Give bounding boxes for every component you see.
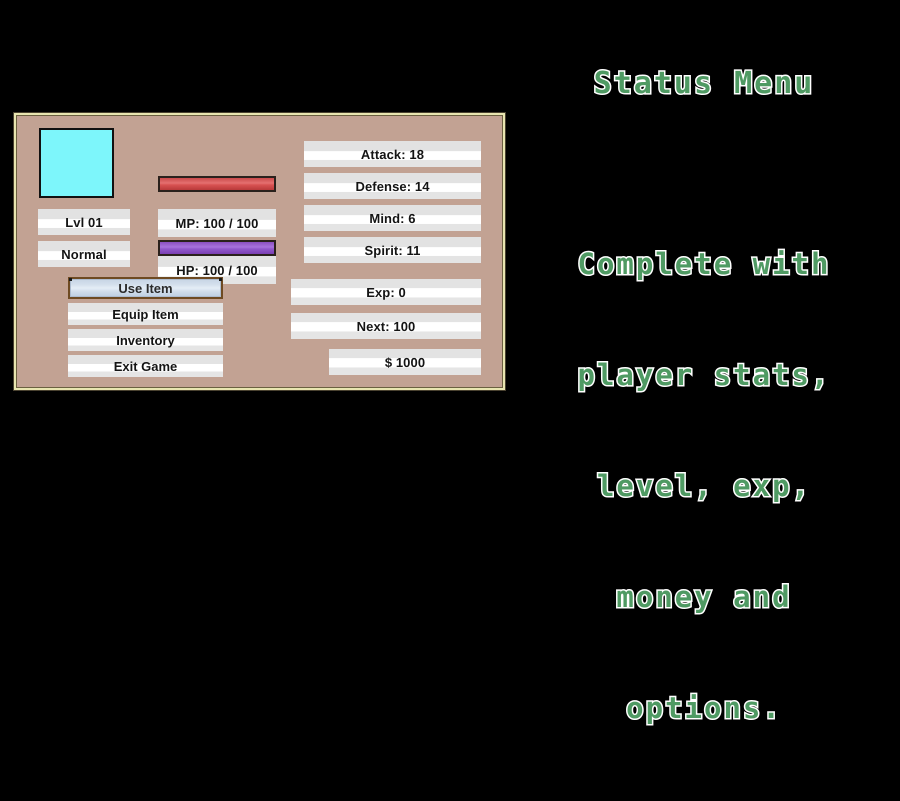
caption-body-line: Complete with bbox=[576, 246, 831, 283]
exp-plate: Exp: 0 bbox=[291, 279, 481, 305]
stat-plate-mind: Mind: 6 bbox=[304, 205, 481, 231]
command-button-exit-game[interactable]: Exit Game bbox=[68, 355, 223, 377]
caption-body-line: options. bbox=[625, 690, 782, 727]
mp-gauge-bar bbox=[158, 240, 276, 256]
caption-area: Status Menu Complete with player stats, … bbox=[508, 0, 900, 727]
money-plate: $ 1000 bbox=[329, 349, 481, 375]
status-window-content: Lvl 01 Normal HP: 100 / 100 MP: 100 / 10… bbox=[16, 115, 503, 388]
command-button-use-item[interactable]: Use Item bbox=[68, 277, 223, 299]
stat-plate-attack: Attack: 18 bbox=[304, 141, 481, 167]
condition-plate: Normal bbox=[38, 241, 130, 267]
command-button-equip-item[interactable]: Equip Item bbox=[68, 303, 223, 325]
caption-body-line: player stats, bbox=[576, 357, 831, 394]
next-plate: Next: 100 bbox=[291, 313, 481, 339]
avatar bbox=[39, 128, 114, 198]
caption-title: Status Menu bbox=[592, 65, 815, 102]
level-plate: Lvl 01 bbox=[38, 209, 130, 235]
status-window: Lvl 01 Normal HP: 100 / 100 MP: 100 / 10… bbox=[13, 112, 506, 391]
caption-body: Complete with player stats, level, exp, … bbox=[508, 172, 900, 801]
stat-plate-spirit: Spirit: 11 bbox=[304, 237, 481, 263]
hp-gauge-bar bbox=[158, 176, 276, 192]
caption-body-line: level, exp, bbox=[595, 468, 812, 505]
stat-plate-defense: Defense: 14 bbox=[304, 173, 481, 199]
mp-label-plate: MP: 100 / 100 bbox=[158, 209, 276, 237]
caption-body-line: money and bbox=[615, 579, 792, 616]
command-button-inventory[interactable]: Inventory bbox=[68, 329, 223, 351]
